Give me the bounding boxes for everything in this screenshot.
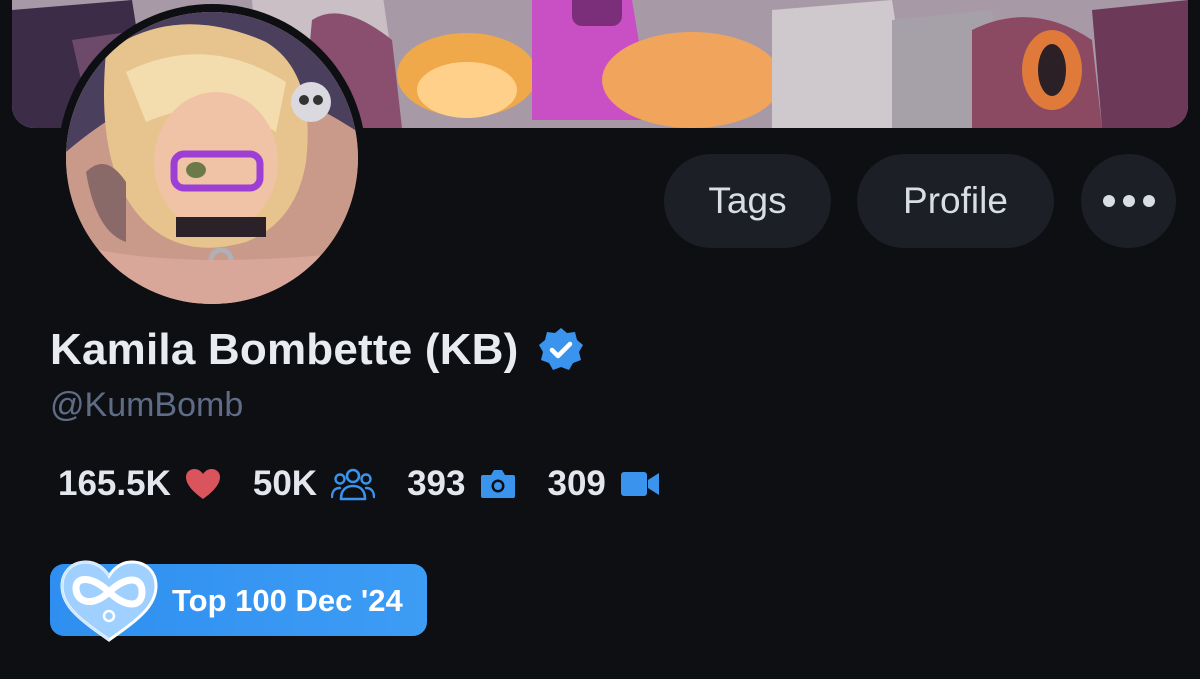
verified-badge-icon xyxy=(538,328,583,370)
more-horizontal-icon xyxy=(1102,195,1155,207)
avatar[interactable] xyxy=(66,12,358,304)
stat-photos: 393 xyxy=(407,464,515,504)
handle: @KumBomb xyxy=(50,386,244,424)
heart-icon xyxy=(185,469,220,499)
infinity-heart-icon xyxy=(60,560,158,642)
badge-label: Top 100 Dec '24 xyxy=(172,583,403,618)
profile-button-label: Profile xyxy=(903,180,1008,221)
photos-count: 393 xyxy=(407,464,466,503)
stat-likes: 165.5K xyxy=(58,464,221,504)
video-icon xyxy=(620,472,659,496)
profile-button[interactable]: Profile xyxy=(857,154,1054,248)
profile-page: Tags Profile Kamila Bombette (KB) @KumBo… xyxy=(0,0,1200,679)
camera-icon xyxy=(480,470,515,498)
more-options-button[interactable] xyxy=(1081,154,1176,248)
tags-button-label: Tags xyxy=(708,180,787,221)
stat-videos: 309 xyxy=(548,464,660,504)
users-icon xyxy=(331,468,376,501)
stats-row: 165.5K 50K 393 309 xyxy=(58,458,660,510)
stat-subscribers: 50K xyxy=(252,464,376,504)
likes-count: 165.5K xyxy=(58,464,171,503)
name-row: Kamila Bombette (KB) xyxy=(50,320,585,380)
videos-count: 309 xyxy=(547,464,606,503)
display-name: Kamila Bombette (KB) xyxy=(50,325,519,374)
ranking-badge[interactable]: Top 100 Dec '24 xyxy=(50,560,427,642)
subscribers-count: 50K xyxy=(252,464,318,503)
tags-button[interactable]: Tags xyxy=(664,154,831,248)
